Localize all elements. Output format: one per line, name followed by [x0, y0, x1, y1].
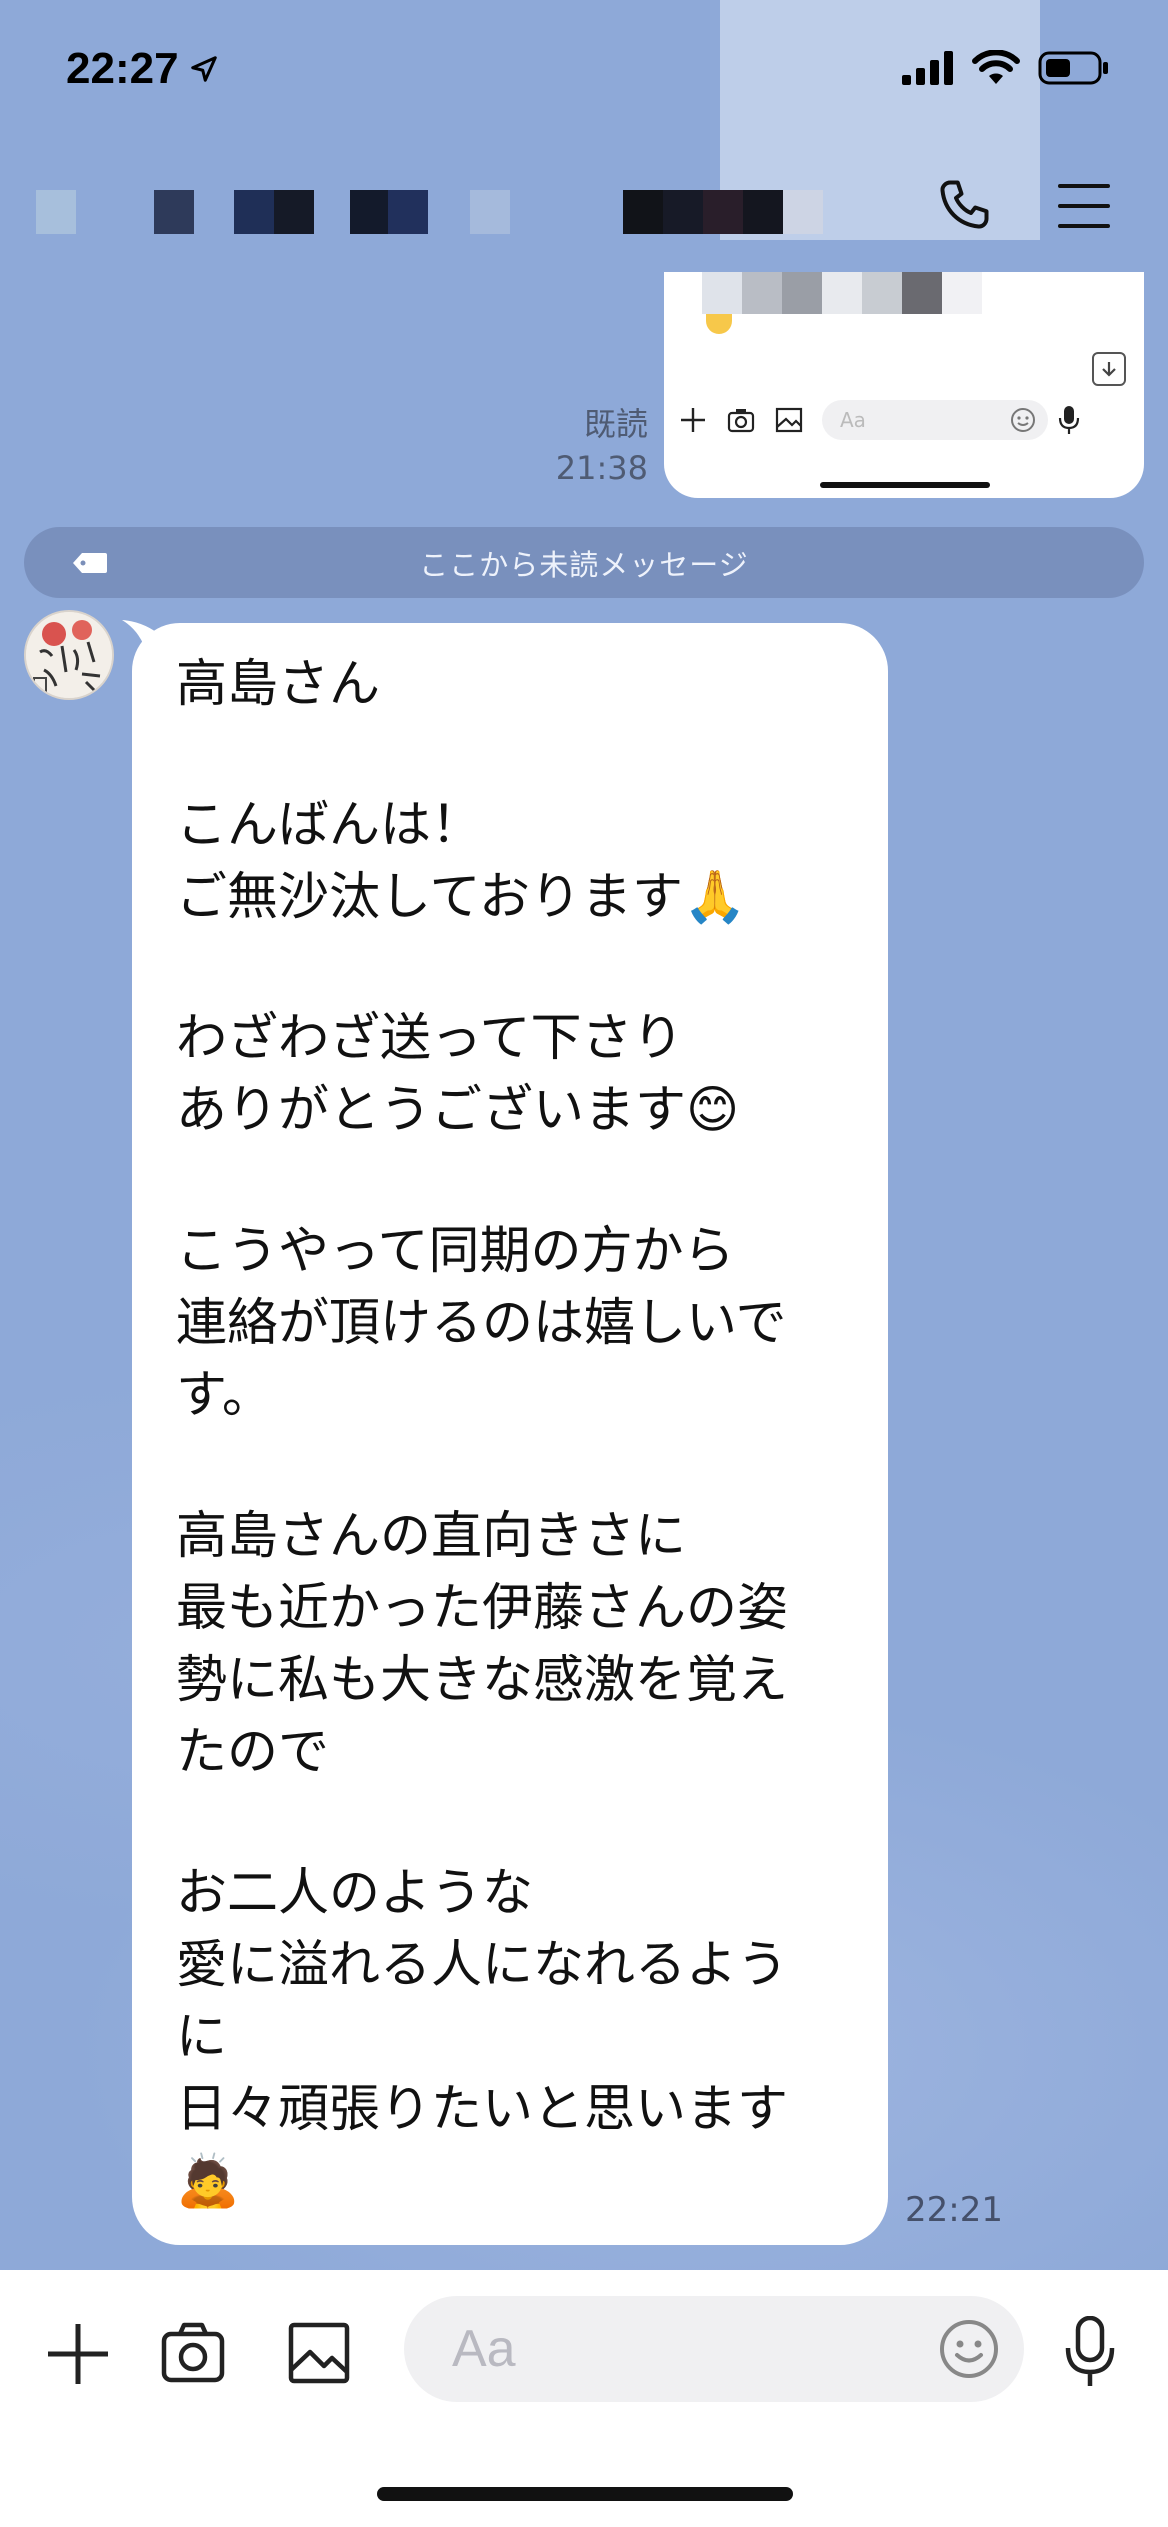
status-icons	[902, 50, 1110, 86]
message-line: 日々頑張りたいと思います	[176, 2080, 789, 2139]
message-line: こんばんは！	[176, 796, 483, 855]
sent-image-home-indicator	[820, 482, 990, 488]
message-input[interactable]: Aa	[404, 2296, 1024, 2402]
menu-icon[interactable]	[1058, 182, 1110, 234]
plus-icon	[681, 408, 705, 432]
message-bubble[interactable]: 高島さん こんばんは！ ご無沙汰しております🙏 わざわざ送って下さり ありがとう…	[132, 623, 888, 2245]
wifi-icon	[972, 50, 1020, 84]
image-icon	[775, 407, 803, 433]
phone-icon[interactable]	[934, 174, 994, 240]
sent-image[interactable]: Aa	[664, 272, 1144, 498]
message-line: お二人のような	[176, 1864, 534, 1923]
sent-time: 21:38	[555, 449, 648, 487]
read-label: 既読	[583, 405, 648, 443]
message-line: す。	[176, 1366, 273, 1425]
sent-image-pixelated-row	[702, 272, 1022, 314]
status-time: 22:27	[66, 44, 179, 93]
read-receipt: 既読 21:38	[556, 402, 648, 490]
microphone-icon	[1058, 406, 1080, 434]
message-line: こうやって同期の方から	[176, 1222, 735, 1281]
sent-image-emoji-fragment	[706, 314, 732, 334]
emoji-icon[interactable]	[938, 2318, 1000, 2380]
location-arrow-icon	[190, 56, 217, 82]
status-time-group: 22:27	[66, 44, 219, 94]
message-line: 愛に溢れる人になれるよう	[176, 1936, 789, 1995]
signal-icon	[902, 51, 953, 85]
unread-divider-label: ここから未読メッセージ	[419, 547, 749, 582]
unread-divider: ここから未読メッセージ	[24, 527, 1144, 598]
message-time: 22:21	[905, 2190, 1003, 2230]
message-line: 連絡が頂けるのは嬉しいで	[176, 1294, 787, 1353]
message-line: ありがとうございます😊	[176, 1081, 740, 1140]
download-arrow-icon	[1092, 352, 1126, 386]
tag-icon	[73, 553, 107, 573]
avatar-image	[26, 612, 112, 698]
message-line: 🙇	[176, 2152, 240, 2211]
image-icon[interactable]	[288, 2322, 350, 2384]
message-line: 高島さんの直向きさに	[176, 1507, 687, 1566]
message-input-placeholder: Aa	[452, 2320, 516, 2378]
message-line: に	[176, 2008, 228, 2067]
battery-icon	[1038, 51, 1108, 85]
message-line: 高島さん	[176, 655, 381, 714]
sender-avatar[interactable]	[24, 610, 114, 700]
camera-icon	[727, 409, 755, 433]
plus-icon[interactable]	[46, 2322, 110, 2386]
message-line: 勢に私も大きな感激を覚え	[176, 1651, 789, 1710]
message-line: 最も近かった伊藤さんの姿	[176, 1579, 789, 1638]
emoji-icon	[1011, 408, 1035, 432]
microphone-icon[interactable]	[1064, 2316, 1116, 2388]
chat-title-obscured[interactable]	[30, 190, 830, 234]
message-line: たので	[176, 1723, 330, 1782]
home-indicator	[377, 2487, 793, 2501]
sent-image-inner-inputbar: Aa	[664, 390, 1144, 450]
camera-icon[interactable]	[160, 2320, 226, 2384]
message-line: わざわざ送って下さり	[176, 1009, 684, 1068]
message-line: ご無沙汰しております🙏	[176, 868, 747, 927]
